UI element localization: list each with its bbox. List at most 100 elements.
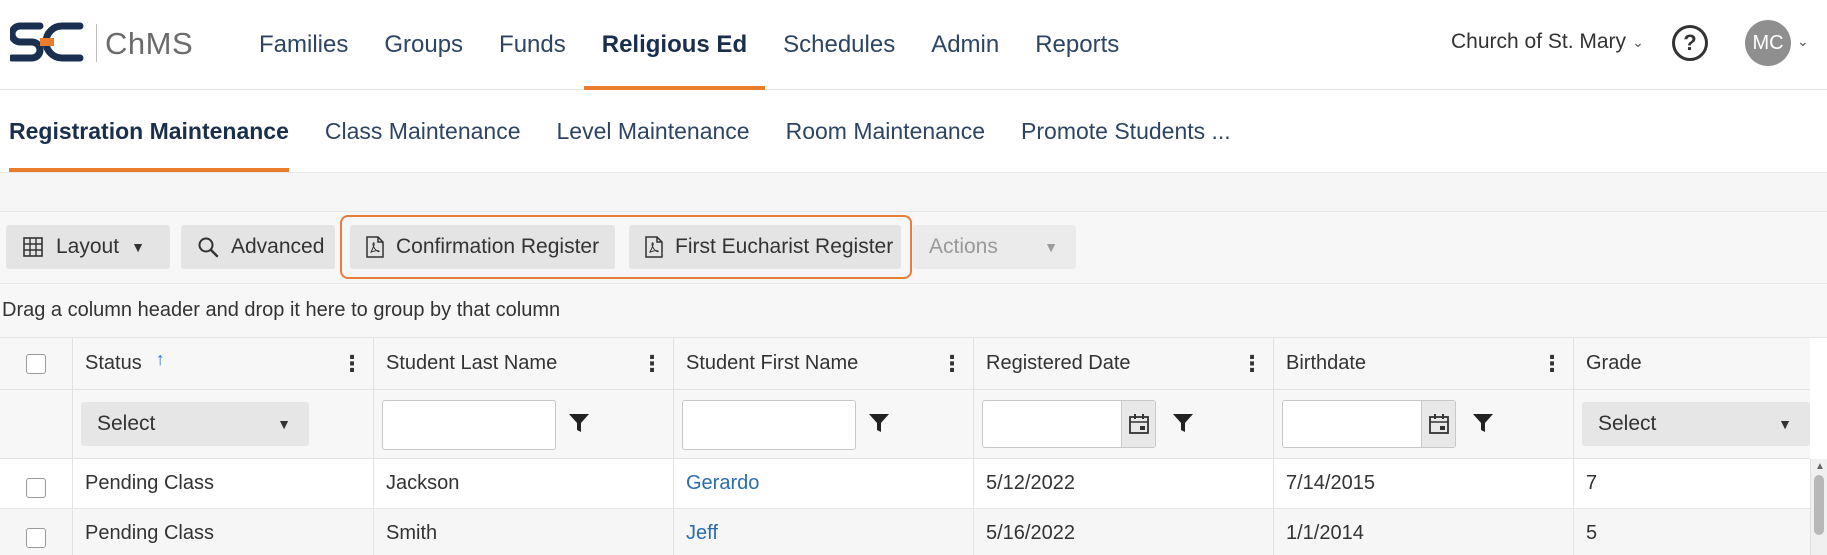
cell-registered-date: 5/16/2022 <box>974 509 1274 555</box>
column-header-label: Registered Date <box>986 352 1131 374</box>
caret-down-icon: ▼ <box>131 239 145 255</box>
church-name: Church of St. Mary <box>1451 30 1627 53</box>
filter-icon[interactable] <box>868 412 890 434</box>
nav-item-reports[interactable]: Reports <box>1017 0 1137 90</box>
layout-button[interactable]: Layout ▼ <box>6 225 170 269</box>
last-name-filter-cell <box>374 390 674 458</box>
column-menu-icon[interactable]: ⋮ <box>1241 353 1263 375</box>
tab-registration-maintenance[interactable]: Registration Maintenance <box>9 90 307 172</box>
registered-date-filter-input[interactable] <box>982 400 1156 448</box>
last-name-filter-input[interactable] <box>382 400 556 450</box>
grid-icon <box>22 236 44 258</box>
sub-navbar: Registration Maintenance Class Maintenan… <box>0 90 1827 172</box>
calendar-icon[interactable] <box>1421 401 1455 447</box>
nav-item-funds[interactable]: Funds <box>481 0 584 90</box>
row-select-cell <box>0 509 73 555</box>
pdf-file-icon <box>645 236 663 258</box>
caret-down-icon: ▼ <box>1044 239 1058 255</box>
filter-icon[interactable] <box>568 412 590 434</box>
confirmation-register-label: Confirmation Register <box>396 235 600 258</box>
first-eucharist-register-button[interactable]: First Eucharist Register <box>629 225 901 269</box>
confirmation-register-button[interactable]: Confirmation Register <box>350 225 615 269</box>
column-header-label: Birthdate <box>1286 352 1367 374</box>
first-name-filter-cell <box>674 390 974 458</box>
nav-item-families[interactable]: Families <box>241 0 366 90</box>
caret-down-icon: ▼ <box>277 416 291 432</box>
top-navbar: ChMS Families Groups Funds Religious Ed … <box>0 0 1827 90</box>
column-menu-icon[interactable]: ⋮ <box>641 353 663 375</box>
tab-promote-students[interactable]: Promote Students ... <box>1003 90 1249 172</box>
column-header-last-name[interactable]: Student Last Name ⋮ <box>374 338 674 389</box>
nav-item-admin[interactable]: Admin <box>913 0 1017 90</box>
column-menu-icon[interactable]: ⋮ <box>941 353 963 375</box>
advanced-button[interactable]: Advanced <box>181 225 335 269</box>
logo-divider <box>96 24 97 62</box>
grade-filter-select[interactable]: Select ▼ <box>1582 402 1810 446</box>
birthdate-filter-input[interactable] <box>1282 400 1456 448</box>
cell-first-name: Gerardo <box>674 459 974 508</box>
sc-logo-icon[interactable] <box>10 18 84 66</box>
cell-grade: 5 <box>1586 522 1598 544</box>
registered-date-filter-cell <box>974 390 1274 458</box>
scroll-up-arrow-icon[interactable]: ▲ <box>1815 461 1825 472</box>
student-link[interactable]: Gerardo <box>686 472 759 495</box>
cell-grade: 7 <box>1586 472 1598 494</box>
vertical-scrollbar[interactable]: ▲ <box>1810 459 1827 555</box>
cell-last-name: Smith <box>374 509 674 555</box>
grade-filter-cell: Select ▼ <box>1574 390 1810 458</box>
cell-birthdate: 7/14/2015 <box>1274 459 1574 508</box>
group-by-panel[interactable]: Drag a column header and drop it here to… <box>0 284 1827 338</box>
column-header-grade[interactable]: Grade <box>1574 338 1810 389</box>
table-row[interactable]: Pending Class Jackson Gerardo 5/12/2022 … <box>0 459 1810 509</box>
chevron-down-icon: ⌄ <box>1632 33 1644 50</box>
grid-filter-row: Select ▼ Select ▼ <box>0 390 1810 459</box>
column-menu-icon[interactable]: ⋮ <box>341 353 363 375</box>
table-row[interactable]: Pending Class Smith Jeff 5/16/2022 1/1/2… <box>0 509 1810 555</box>
tab-room-maintenance[interactable]: Room Maintenance <box>768 90 1003 172</box>
caret-down-icon: ▼ <box>1778 416 1792 432</box>
nav-item-groups[interactable]: Groups <box>366 0 481 90</box>
cell-last-name: Jackson <box>374 459 674 508</box>
grade-filter-value: Select <box>1598 412 1657 435</box>
column-header-status[interactable]: Status ↑ ⋮ <box>73 338 374 389</box>
cell-first-name: Jeff <box>674 509 974 555</box>
help-icon[interactable]: ? <box>1672 25 1708 61</box>
row-checkbox[interactable] <box>26 477 46 498</box>
first-name-filter-input[interactable] <box>682 400 856 450</box>
actions-label: Actions <box>929 235 998 258</box>
scrollbar-thumb[interactable] <box>1814 475 1824 535</box>
cell-registered-date: 5/12/2022 <box>974 459 1274 508</box>
sort-ascending-icon[interactable]: ↑ <box>156 349 165 370</box>
row-checkbox[interactable] <box>26 527 46 548</box>
student-link[interactable]: Jeff <box>686 522 718 545</box>
church-selector[interactable]: Church of St. Mary ⌄ <box>1451 30 1644 54</box>
select-all-checkbox[interactable] <box>26 353 46 374</box>
grid-header-row: Status ↑ ⋮ Student Last Name ⋮ Student F… <box>0 338 1810 390</box>
row-select-cell <box>0 459 73 508</box>
search-icon <box>197 236 219 258</box>
filter-icon[interactable] <box>1472 412 1494 434</box>
nav-item-schedules[interactable]: Schedules <box>765 0 913 90</box>
cell-status: Pending Class <box>73 509 374 555</box>
first-eucharist-register-label: First Eucharist Register <box>675 235 894 258</box>
column-header-registered-date[interactable]: Registered Date ⋮ <box>974 338 1274 389</box>
column-menu-icon[interactable]: ⋮ <box>1541 353 1563 375</box>
actions-button[interactable]: Actions ▼ <box>913 225 1076 269</box>
status-filter-select[interactable]: Select ▼ <box>81 402 309 446</box>
pdf-file-icon <box>366 236 384 258</box>
app-name: ChMS <box>105 26 194 61</box>
advanced-label: Advanced <box>231 235 325 258</box>
chevron-down-icon[interactable]: ⌄ <box>1797 33 1809 50</box>
cell-status: Pending Class <box>73 459 374 508</box>
calendar-icon[interactable] <box>1121 401 1155 447</box>
avatar[interactable]: MC <box>1745 20 1791 66</box>
filter-icon[interactable] <box>1172 412 1194 434</box>
cell-birthdate: 1/1/2014 <box>1274 509 1574 555</box>
column-header-first-name[interactable]: Student First Name ⋮ <box>674 338 974 389</box>
nav-item-religious-ed[interactable]: Religious Ed <box>583 0 766 90</box>
tab-class-maintenance[interactable]: Class Maintenance <box>307 90 539 172</box>
column-header-birthdate[interactable]: Birthdate ⋮ <box>1274 338 1574 389</box>
grid-toolbar: Layout ▼ Advanced Confirmation Register … <box>0 212 1827 284</box>
tab-level-maintenance[interactable]: Level Maintenance <box>539 90 768 172</box>
column-header-label: Student First Name <box>686 352 859 374</box>
